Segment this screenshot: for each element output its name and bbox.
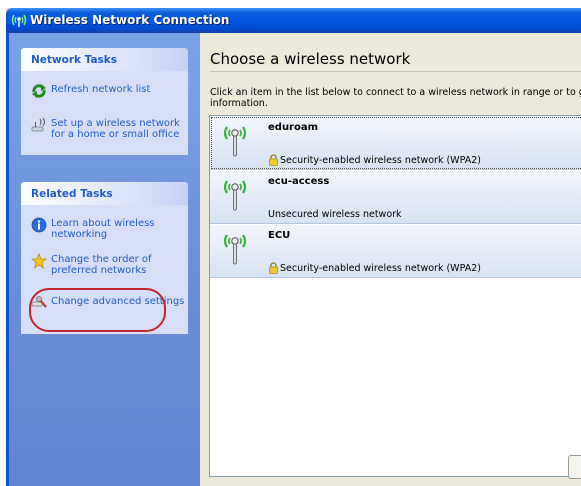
network-name: ECU [268, 230, 291, 241]
change-order-networks-label: Change the order of preferred networks [51, 254, 152, 276]
refresh-icon [32, 84, 46, 98]
related-tasks-header[interactable]: Related Tasks [21, 182, 188, 205]
title-bar[interactable]: Wireless Network Connection [6, 8, 581, 33]
window-title: Wireless Network Connection [30, 13, 230, 27]
network-security-status: Security-enabled wireless network (WPA2) [280, 155, 481, 166]
heading-divider [210, 71, 581, 72]
wireless-network-icon [11, 14, 27, 27]
signal-antenna-icon [223, 180, 247, 211]
lock-icon [269, 262, 278, 274]
setup-wireless-network-label: Set up a wireless network for a home or … [51, 118, 180, 140]
network-item-ecu-access[interactable]: ecu-access Unsecured wireless network [210, 170, 581, 224]
star-icon [31, 253, 47, 269]
network-name: ecu-access [268, 176, 330, 187]
info-icon [31, 217, 47, 233]
wireless-network-list[interactable]: eduroam Security-enabled wireless networ… [209, 115, 581, 477]
instruction-line-1: Click an item in the list below to conne… [210, 87, 581, 98]
network-security-status: Security-enabled wireless network (WPA2) [280, 263, 481, 274]
highlight-circle [29, 288, 166, 332]
network-tasks-header[interactable]: Network Tasks [21, 48, 188, 71]
wireless-setup-icon [31, 117, 45, 132]
related-tasks-title: Related Tasks [31, 188, 113, 200]
signal-antenna-icon [223, 234, 247, 265]
learn-wireless-label: Learn about wireless networking [51, 218, 155, 240]
network-name: eduroam [268, 122, 319, 133]
instruction-line-2: information. [210, 98, 268, 109]
network-tasks-title: Network Tasks [31, 54, 118, 66]
page-title: Choose a wireless network [210, 50, 411, 68]
network-tasks-panel: Network Tasks Refresh network list Set u… [21, 48, 188, 155]
wireless-network-window: Wireless Network Connection Network Task… [6, 8, 581, 486]
main-pane: Choose a wireless network Click an item … [200, 33, 581, 486]
network-security-status: Unsecured wireless network [268, 209, 402, 220]
lock-icon [269, 154, 278, 166]
network-item-eduroam[interactable]: eduroam Security-enabled wireless networ… [210, 116, 581, 170]
instruction-text: Click an item in the list below to conne… [210, 87, 581, 109]
refresh-network-list-label: Refresh network list [51, 84, 151, 95]
task-pane: Network Tasks Refresh network list Set u… [6, 33, 200, 486]
connect-button[interactable] [568, 455, 581, 479]
signal-antenna-icon [223, 126, 247, 157]
network-item-ecu[interactable]: ECU Security-enabled wireless network (W… [210, 224, 581, 278]
